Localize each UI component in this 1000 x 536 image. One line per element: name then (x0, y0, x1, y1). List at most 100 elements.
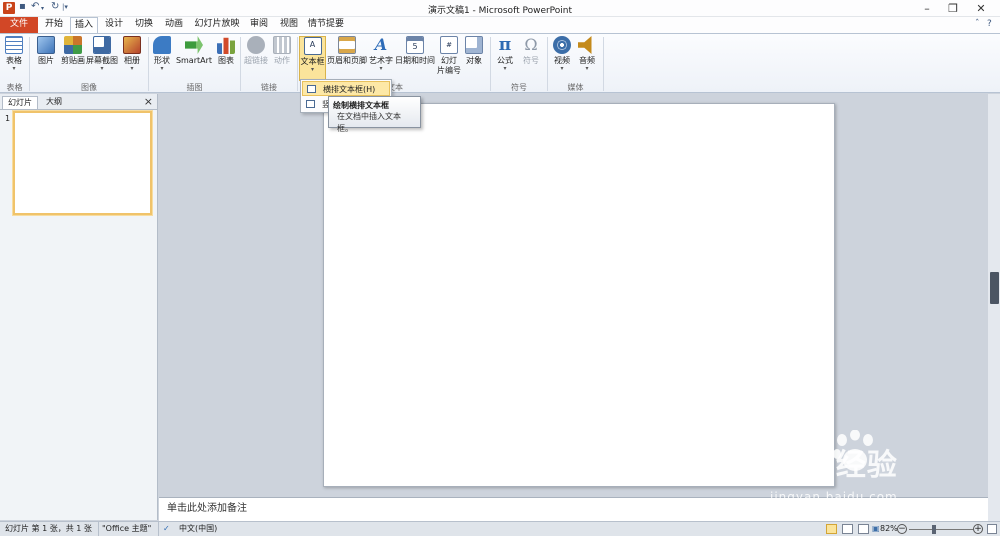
album-button[interactable]: 相册 ▾ (120, 36, 144, 80)
clipart-label: 剪贴画 (61, 56, 85, 65)
tab-home[interactable]: 开始 (40, 17, 68, 33)
symbol-icon: Ω (524, 35, 538, 54)
tab-animations[interactable]: 动画 (160, 17, 188, 33)
chevron-down-icon: ▾ (560, 65, 564, 72)
slide-number-button[interactable]: # 幻灯 片编号 (436, 36, 462, 80)
group-label-tables: 表格 (6, 83, 23, 92)
normal-view-icon[interactable] (826, 524, 837, 534)
object-label: 对象 (466, 56, 482, 65)
audio-icon (578, 36, 592, 54)
smartart-button[interactable]: SmartArt (175, 36, 213, 80)
tab-transitions[interactable]: 切换 (130, 17, 158, 33)
picture-label: 图片 (38, 56, 54, 65)
spellcheck-icon[interactable]: ✓ (163, 522, 170, 536)
symbol-label: 符号 (523, 56, 539, 65)
tab-storyboarding[interactable]: 情节提要 (306, 17, 346, 33)
horizontal-textbox-icon (307, 85, 316, 93)
slide-thumbnail[interactable] (13, 111, 152, 215)
slide-info: 幻灯片 第 1 张，共 1 张 (5, 524, 92, 533)
slide-sorter-view-icon[interactable] (842, 524, 853, 534)
textbox-button[interactable]: A 文本框 ▾ (299, 36, 326, 81)
tab-slides[interactable]: 幻灯片 (2, 96, 38, 109)
close-icon[interactable]: × (144, 95, 153, 108)
video-button[interactable]: 视频 ▾ (551, 36, 573, 80)
slideshow-icon[interactable]: ▣ (872, 522, 880, 536)
zoom-in-icon[interactable]: + (973, 524, 983, 534)
picture-icon (37, 36, 55, 54)
shapes-button[interactable]: 形状 ▾ (151, 36, 173, 80)
action-button[interactable]: 动作 (271, 36, 293, 80)
tab-insert[interactable]: 插入 (70, 17, 98, 34)
textbox-icon: A (303, 37, 322, 55)
header-footer-button[interactable]: 页眉和页脚 (327, 36, 367, 80)
object-button[interactable]: 对象 (463, 36, 485, 80)
fit-to-window-icon[interactable] (987, 524, 997, 534)
minimize-ribbon-icon[interactable]: ˆ (975, 19, 980, 29)
chart-label: 图表 (218, 56, 234, 65)
theme-name[interactable]: "Office 主题" (102, 522, 151, 536)
title-bar: P ▪ ↶ ▾ ↻ |▾ 演示文稿1 - Microsoft PowerPoin… (0, 0, 1000, 17)
vertical-textbox-icon (306, 100, 315, 108)
tooltip: 绘制横排文本框 在文档中插入文本框。 (328, 96, 421, 133)
slide-canvas[interactable] (323, 103, 835, 487)
chevron-down-icon: ▾ (310, 66, 314, 73)
zoom-out-icon[interactable]: − (897, 524, 907, 534)
status-divider (98, 522, 99, 536)
chevron-down-icon: ▾ (585, 65, 589, 72)
chevron-down-icon: ▾ (379, 65, 383, 72)
screenshot-button[interactable]: 屏幕截图 ▾ (86, 36, 118, 80)
slide-number-label-2: 片编号 (437, 66, 461, 75)
clipart-button[interactable]: 剪贴画 (60, 36, 86, 80)
zoom-level[interactable]: 82% (880, 522, 898, 536)
zoom-slider-knob[interactable] (932, 525, 936, 534)
chevron-down-icon: ▾ (100, 65, 104, 72)
group-separator (297, 37, 298, 91)
hyperlink-icon (247, 36, 265, 54)
wordart-button[interactable]: A 艺术字 ▾ (368, 36, 394, 80)
date-time-button[interactable]: 5 日期和时间 (395, 36, 435, 80)
tab-slideshow[interactable]: 幻灯片放映 (192, 17, 242, 33)
tab-review[interactable]: 审阅 (245, 17, 273, 33)
slides-panel: 幻灯片 大纲 × 1 (0, 94, 158, 520)
hyperlink-button[interactable]: 超链接 (243, 36, 269, 80)
smartart-label: SmartArt (175, 56, 213, 65)
status-divider (158, 522, 159, 536)
minimize-icon[interactable]: – (914, 0, 940, 17)
tab-outline[interactable]: 大纲 (40, 96, 68, 109)
audio-button[interactable]: 音频 ▾ (576, 36, 598, 80)
tab-file[interactable]: 文件 (0, 17, 38, 33)
shapes-icon (153, 36, 171, 54)
chart-icon (217, 37, 235, 54)
equation-icon: π (498, 35, 512, 55)
table-icon (5, 36, 23, 54)
status-bar: 幻灯片 第 1 张，共 1 张 "Office 主题" ✓ 中文(中国) ▣ 8… (0, 521, 1000, 536)
header-footer-label: 页眉和页脚 (327, 56, 367, 65)
video-icon (553, 36, 571, 54)
zoom-slider[interactable] (909, 529, 973, 530)
slide-number: 1 (5, 114, 11, 123)
header-footer-icon (338, 36, 356, 54)
tab-view[interactable]: 视图 (275, 17, 303, 33)
vertical-scrollbar[interactable] (988, 94, 1000, 521)
chart-button[interactable]: 图表 (215, 36, 237, 80)
group-label-media: 媒体 (567, 83, 584, 92)
chevron-down-icon: ▾ (160, 65, 164, 72)
equation-button[interactable]: π 公式 ▾ (494, 36, 516, 80)
symbol-button[interactable]: Ω 符号 (520, 36, 542, 80)
group-separator (603, 37, 604, 91)
reading-view-icon[interactable] (858, 524, 869, 534)
ribbon: 表格 ▾ 图片 剪贴画 屏幕截图 ▾ 相册 ▾ 形状 ▾ SmartArt 图表… (0, 33, 1000, 93)
picture-button[interactable]: 图片 (34, 36, 58, 80)
close-icon[interactable]: ✕ (968, 0, 994, 17)
scrollbar-thumb[interactable] (990, 272, 999, 304)
action-label: 动作 (274, 56, 290, 65)
restore-icon[interactable]: ❐ (940, 0, 966, 17)
tooltip-title: 绘制横排文本框 (333, 101, 389, 110)
tab-design[interactable]: 设计 (100, 17, 128, 33)
screenshot-icon (93, 36, 111, 54)
table-button[interactable]: 表格 ▾ (3, 36, 25, 80)
language[interactable]: 中文(中国) (179, 522, 217, 536)
chevron-down-icon: ▾ (130, 65, 134, 72)
help-icon[interactable]: ? (987, 19, 992, 29)
menu-item-horizontal-textbox[interactable]: 横排文本框(H) (302, 81, 390, 96)
